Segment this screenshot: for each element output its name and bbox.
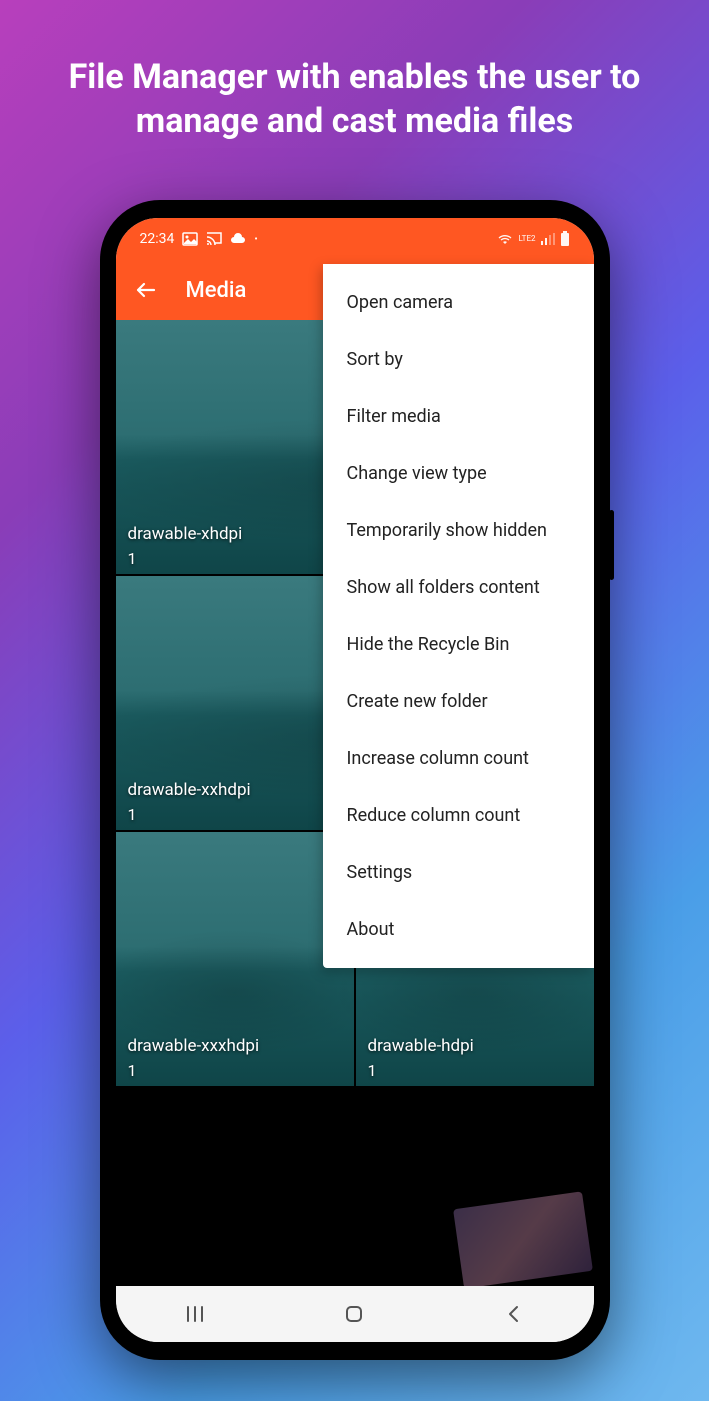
back-button[interactable] [134,278,158,302]
battery-icon [560,231,570,247]
menu-reduce-column-count[interactable]: Reduce column count [323,787,594,844]
status-time: 22:34 [140,231,175,247]
image-icon [182,232,198,246]
nav-back-button[interactable] [503,1303,525,1325]
overflow-menu: Open camera Sort by Filter media Change … [323,264,594,968]
app-title: Media [186,278,247,303]
folder-tile-empty[interactable] [116,1088,354,1286]
menu-show-all-folders-content[interactable]: Show all folders content [323,559,594,616]
android-nav-bar [116,1286,594,1342]
cloud-icon [230,233,246,245]
phone-side-button [609,510,614,580]
menu-temporarily-show-hidden[interactable]: Temporarily show hidden [323,502,594,559]
promo-headline: File Manager with enables the user to ma… [0,0,709,143]
nav-home-button[interactable] [343,1303,365,1325]
status-right: LTE2 [497,231,569,247]
menu-sort-by[interactable]: Sort by [323,331,594,388]
folder-count: 1 [368,1061,377,1080]
folder-name: drawable-hdpi [368,1036,474,1056]
video-thumbnail [453,1191,593,1288]
menu-hide-recycle-bin[interactable]: Hide the Recycle Bin [323,616,594,673]
menu-filter-media[interactable]: Filter media [323,388,594,445]
cast-icon [206,232,222,246]
folder-tile[interactable]: drawable-xxxhdpi 1 [116,832,354,1086]
status-bar: 22:34 • LTE2 [116,218,594,260]
status-left: 22:34 • [140,231,258,247]
menu-open-camera[interactable]: Open camera [323,274,594,331]
network-label: LTE2 [518,235,535,243]
folder-count: 1 [128,1061,137,1080]
menu-about[interactable]: About [323,901,594,958]
folder-name: drawable-xxhdpi [128,780,251,800]
folder-tile-video[interactable] [356,1088,594,1286]
signal-icon [541,233,555,245]
folder-name: drawable-xhdpi [128,524,243,544]
wifi-icon [497,233,513,245]
folder-count: 1 [128,549,137,568]
phone-screen: 22:34 • LTE2 [116,218,594,1342]
folder-name: drawable-xxxhdpi [128,1036,260,1056]
menu-create-new-folder[interactable]: Create new folder [323,673,594,730]
status-dot: • [254,234,257,245]
menu-change-view-type[interactable]: Change view type [323,445,594,502]
phone-frame: 22:34 • LTE2 [100,200,610,1360]
menu-increase-column-count[interactable]: Increase column count [323,730,594,787]
nav-recents-button[interactable] [184,1303,206,1325]
folder-count: 1 [128,805,137,824]
menu-settings[interactable]: Settings [323,844,594,901]
